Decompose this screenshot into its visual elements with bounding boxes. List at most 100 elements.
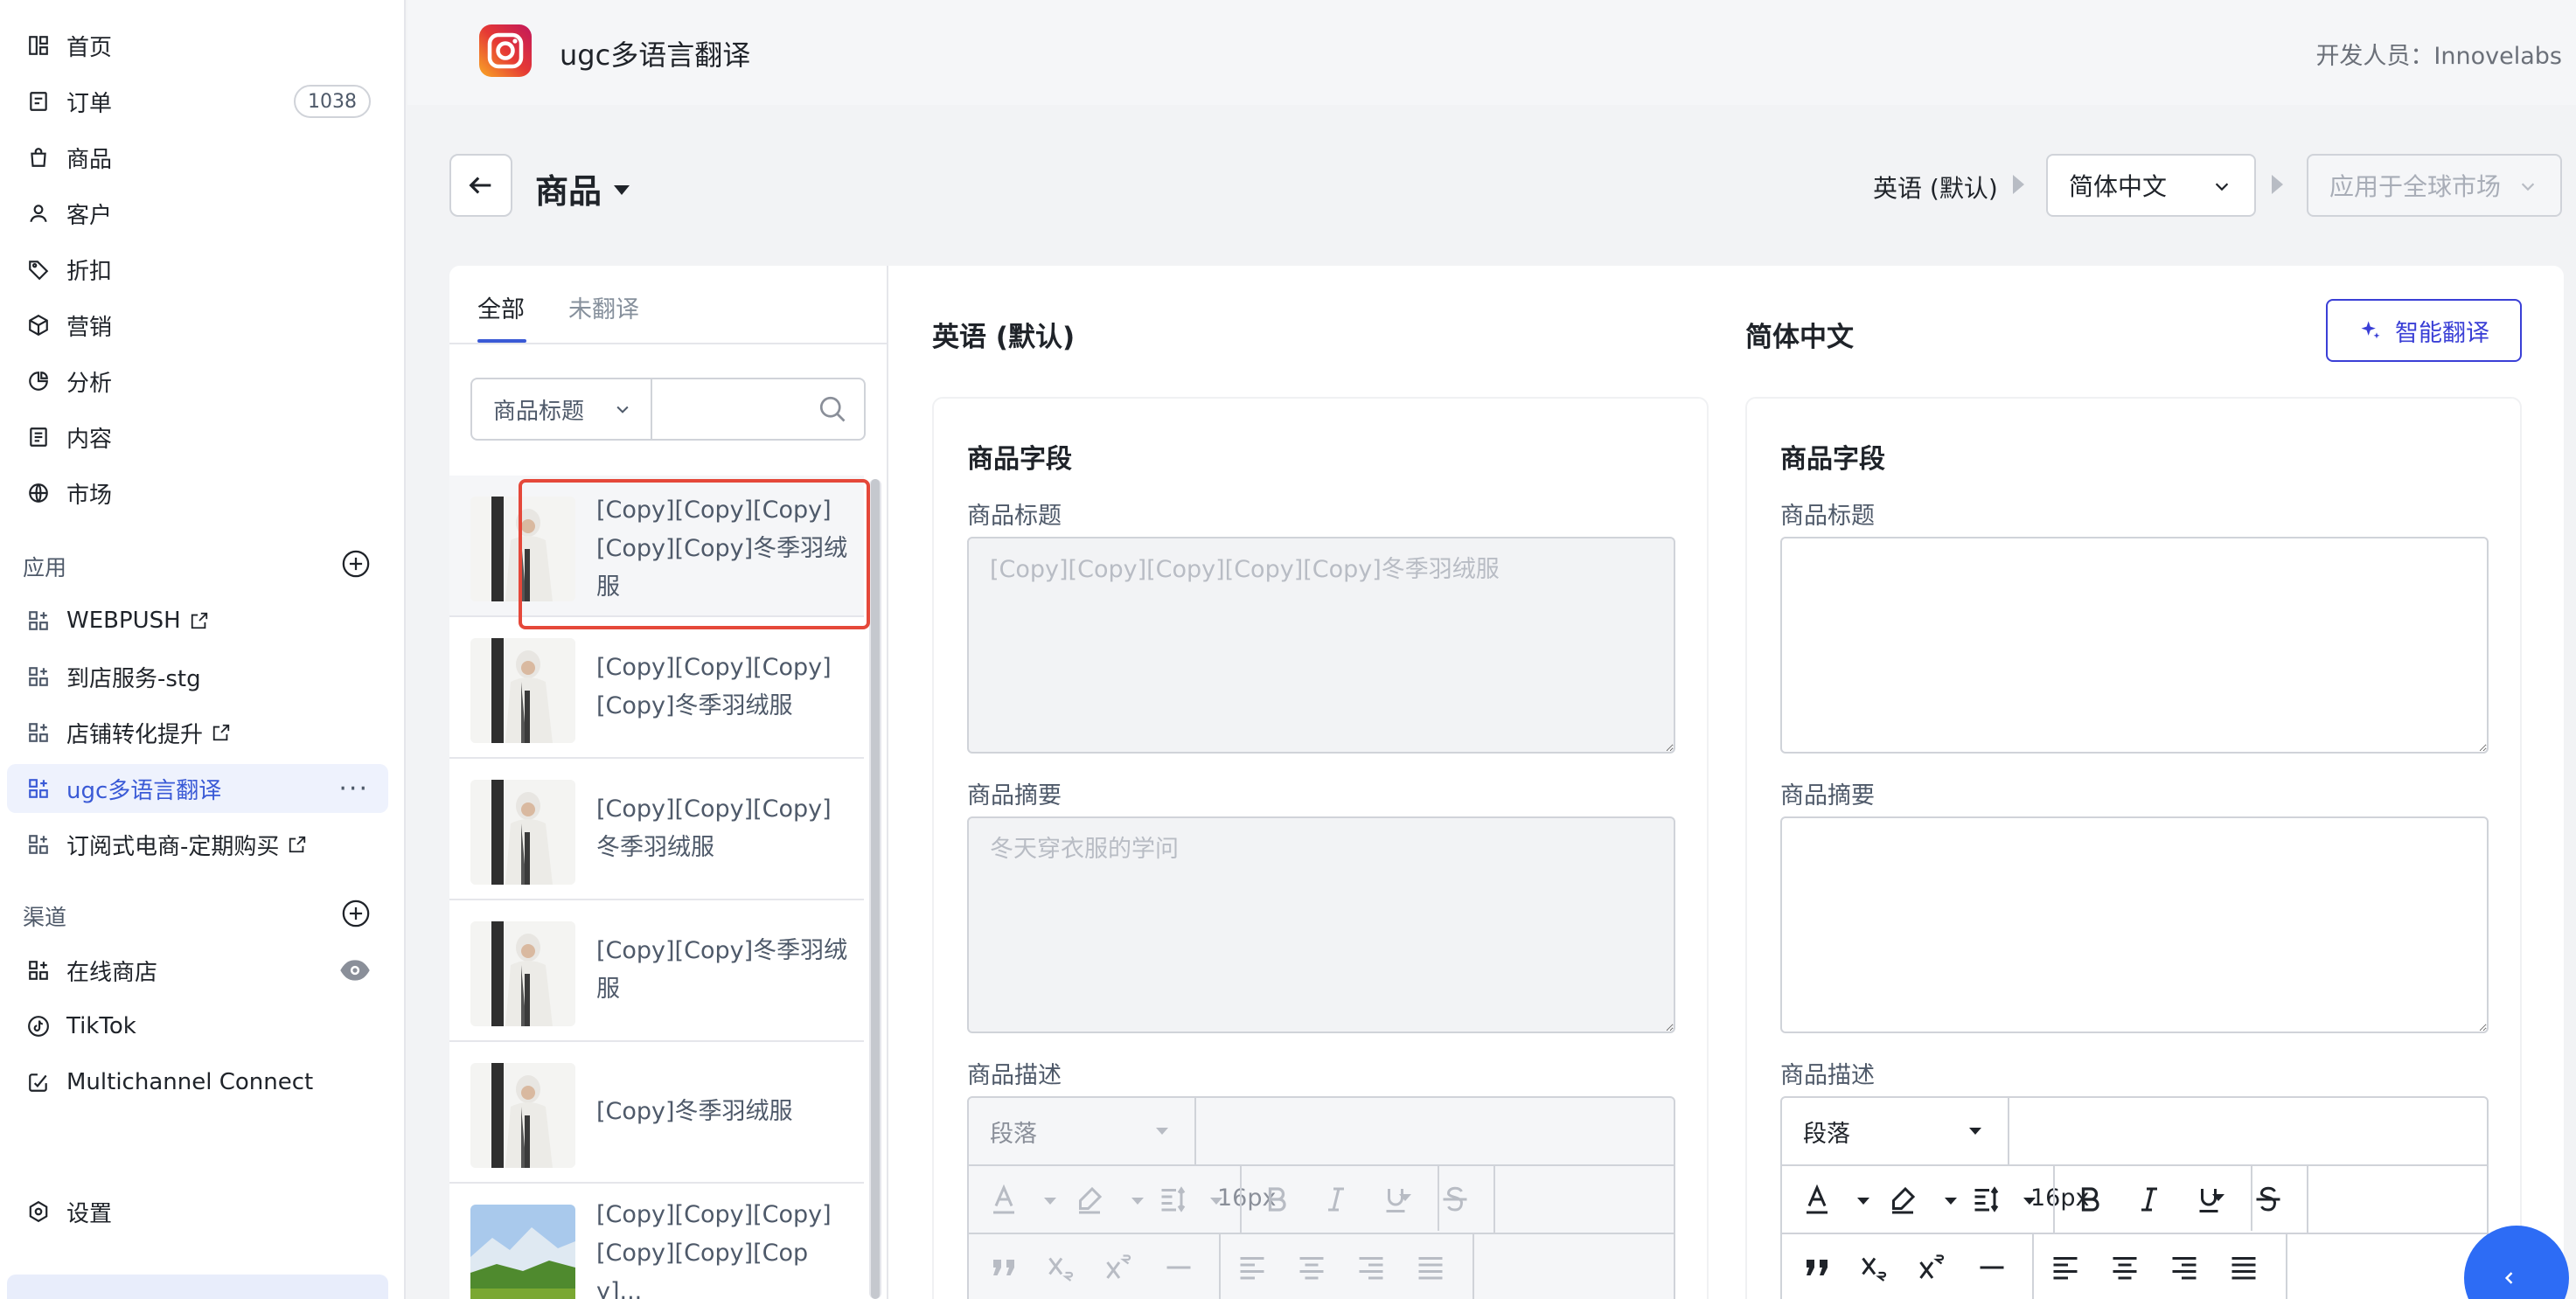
list-item[interactable]: [Copy][Copy][Copy]冬季羽绒服 (449, 759, 864, 900)
align-justify-icon[interactable] (2226, 1250, 2261, 1285)
apply-market-select: 应用于全球市场 (2307, 154, 2562, 217)
search-field-value: 商品标题 (493, 398, 585, 425)
sidebar-item-conversion[interactable]: 店铺转化提升 (7, 708, 388, 757)
multichannel-icon (26, 1070, 51, 1094)
horizontal-rule-icon (1161, 1250, 1196, 1285)
sidebar-item-analytics[interactable]: 分析 (7, 357, 388, 406)
more-options-icon[interactable]: ··· (338, 774, 369, 804)
sidebar-item-subscription[interactable]: 订阅式电商-定期购买 (7, 820, 388, 869)
target-title-field[interactable] (1780, 537, 2489, 754)
sidebar-item-settings[interactable]: 设置 (7, 1187, 388, 1236)
target-section-title: 商品字段 (1780, 444, 1885, 475)
strikethrough-icon[interactable] (2251, 1182, 2286, 1217)
home-icon (26, 33, 51, 58)
product-bag-icon (26, 145, 51, 170)
sidebar-item-markets[interactable]: 市场 (7, 469, 388, 518)
caret-down-icon (614, 185, 630, 195)
sidebar-item-orders[interactable]: 订单 1038 (7, 77, 388, 126)
list-item[interactable]: [Copy][Copy][Copy][Copy][Copy][Copy]... (449, 1184, 864, 1299)
align-left-icon[interactable] (2048, 1250, 2083, 1285)
editor-toolbar-row (1782, 1234, 2487, 1299)
sidebar-item-tiktok[interactable]: TikTok (7, 1002, 388, 1051)
target-description-editor[interactable]: 段落 16px (1780, 1096, 2489, 1299)
quote-icon[interactable] (1800, 1250, 1835, 1285)
list-item[interactable]: [Copy]冬季羽绒服 (449, 1042, 864, 1184)
line-height-icon[interactable] (1969, 1182, 2004, 1217)
source-summary-label: 商品摘要 (967, 782, 1062, 809)
arrow-right-icon (2013, 175, 2024, 194)
sidebar-item-label: 店铺转化提升 (66, 721, 204, 748)
product-thumbnail (470, 638, 575, 743)
pie-chart-icon (26, 369, 51, 393)
sidebar-item-label: 商品 (66, 146, 113, 173)
tab-divider (449, 343, 888, 344)
target-summary-field[interactable] (1780, 816, 2489, 1033)
search-field-select[interactable]: 商品标题 (472, 379, 652, 439)
list-scrollbar-thumb[interactable] (871, 479, 880, 1299)
app-grid-icon (26, 776, 51, 801)
italic-icon[interactable] (2132, 1182, 2167, 1217)
ai-translate-button[interactable]: 智能翻译 (2326, 299, 2522, 362)
align-right-icon[interactable] (2167, 1250, 2202, 1285)
sidebar-item-label: 内容 (66, 426, 113, 453)
sidebar-item-products[interactable]: 商品 (7, 133, 388, 182)
sidebar-item-label: 分析 (66, 370, 113, 397)
list-item[interactable]: [Copy][Copy][Copy][Copy][Copy]冬季羽绒服 (449, 476, 864, 617)
target-language-select[interactable]: 简体中文 (2046, 154, 2256, 217)
sidebar-item-label: 在线商店 (66, 959, 158, 986)
underline-icon[interactable] (2191, 1182, 2226, 1217)
caret-down-icon (1969, 1128, 1981, 1135)
sidebar-item-label: WEBPUSH (66, 608, 181, 634)
horizontal-rule-icon[interactable] (1974, 1250, 2009, 1285)
highlight-icon[interactable] (1885, 1182, 1920, 1217)
list-item[interactable]: [Copy][Copy][Copy][Copy]冬季羽绒服 (449, 617, 864, 759)
paragraph-select[interactable]: 段落 (1782, 1098, 2009, 1164)
source-language-label: 英语 (默认) (1873, 174, 1998, 203)
bold-icon[interactable] (2072, 1182, 2107, 1217)
target-language-value: 简体中文 (2069, 172, 2168, 201)
list-item[interactable]: [Copy][Copy]冬季羽绒服 (449, 900, 864, 1042)
sidebar-item-store-service[interactable]: 到店服务-stg (7, 652, 388, 701)
insert-group (969, 1234, 1221, 1299)
resource-type-dropdown[interactable]: 商品 (535, 164, 630, 212)
sidebar-item-webpush[interactable]: WEBPUSH (7, 596, 388, 645)
sidebar-item-content[interactable]: 内容 (7, 413, 388, 462)
chevron-down-icon (2521, 183, 2535, 191)
sidebar-item-ugc-translate[interactable]: ugc多语言翻译 ··· (7, 764, 388, 813)
add-channel-icon[interactable] (341, 899, 371, 928)
product-name: [Copy]冬季羽绒服 (596, 1098, 793, 1125)
app-title: ugc多语言翻译 (560, 38, 751, 72)
subscript-icon[interactable] (1857, 1250, 1892, 1285)
sidebar-item-discounts[interactable]: 折扣 (7, 245, 388, 294)
add-app-icon[interactable] (341, 549, 371, 579)
align-center-icon (1294, 1250, 1329, 1285)
tab-untranslated[interactable]: 未翻译 (568, 290, 639, 324)
back-button[interactable] (449, 154, 512, 217)
search-icon[interactable] (817, 393, 848, 425)
product-thumbnail (470, 1205, 575, 1299)
search-input[interactable] (654, 379, 803, 439)
document-icon (26, 425, 51, 449)
sidebar-item-multichannel[interactable]: Multichannel Connect (7, 1058, 388, 1107)
sidebar-item-marketing[interactable]: 营销 (7, 301, 388, 350)
source-description-label: 商品描述 (967, 1062, 1062, 1089)
editor-toolbar-row: 段落 16px (969, 1098, 1674, 1231)
subscript-icon (1044, 1250, 1079, 1285)
sidebar-item-online-store[interactable]: 在线商店 (7, 946, 388, 995)
sidebar-item-home[interactable]: 首页 (7, 21, 388, 70)
font-color-icon[interactable] (1800, 1182, 1835, 1217)
bottom-notice-banner[interactable] (7, 1275, 388, 1299)
product-thumbnail (470, 780, 575, 885)
apps-section-title: 应用 (23, 555, 67, 580)
tab-all[interactable]: 全部 (477, 290, 525, 324)
underline-icon (1378, 1182, 1413, 1217)
sidebar-item-customers[interactable]: 客户 (7, 189, 388, 238)
editor-toolbar-row (1782, 1166, 2487, 1234)
superscript-icon[interactable] (1915, 1250, 1950, 1285)
paragraph-select: 段落 (969, 1098, 1196, 1164)
eye-icon[interactable] (339, 958, 371, 983)
product-name: [Copy][Copy][Copy]冬季羽绒服 (596, 795, 832, 861)
align-center-icon[interactable] (2107, 1250, 2142, 1285)
app-logo-icon (479, 24, 532, 77)
settings-icon (26, 1199, 51, 1224)
